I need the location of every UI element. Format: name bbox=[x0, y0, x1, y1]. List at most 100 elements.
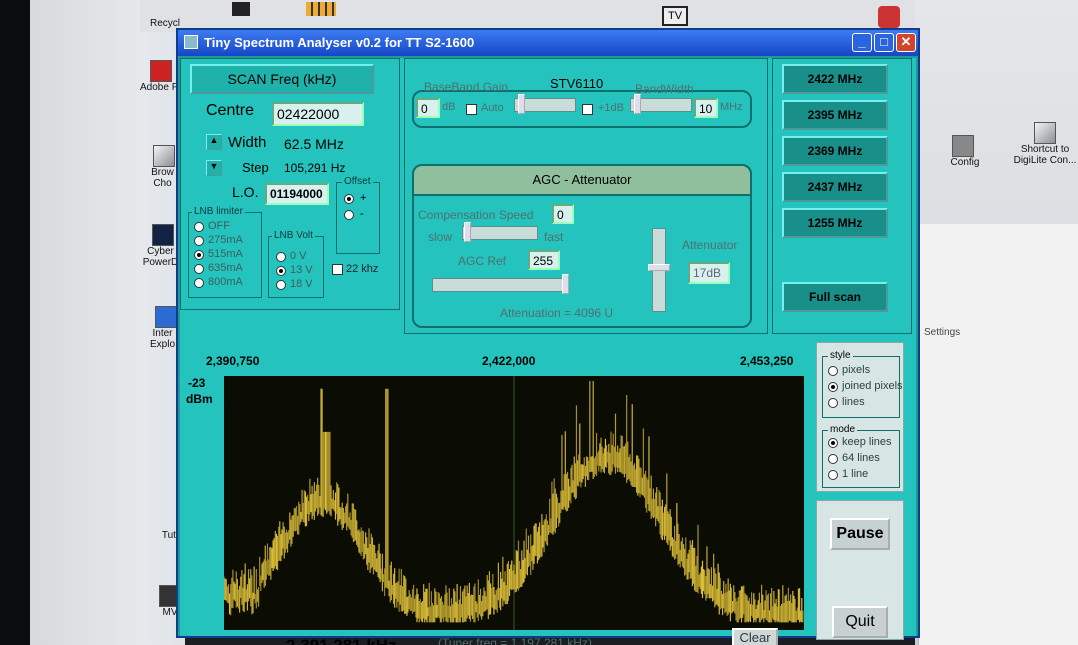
fast-label: fast bbox=[544, 230, 564, 244]
auto-checkbox[interactable] bbox=[466, 104, 477, 115]
step-value: 105,291 Hz bbox=[284, 161, 346, 175]
comp-speed-slider-thumb[interactable] bbox=[464, 222, 471, 242]
mode-radio-1[interactable] bbox=[828, 454, 838, 464]
agc-ref-slider-thumb[interactable] bbox=[562, 274, 569, 294]
cyberlink-icon bbox=[152, 224, 174, 246]
spectrum-bars bbox=[224, 381, 804, 623]
lnb-limiter-radio-0[interactable] bbox=[194, 222, 204, 232]
internet-explorer-icon bbox=[155, 306, 177, 328]
background-settings-text: Settings bbox=[924, 327, 961, 338]
bandwidth-label: BandWidth bbox=[635, 82, 694, 96]
lo-label: L.O. bbox=[232, 184, 259, 200]
offset-minus-label: - bbox=[360, 208, 364, 220]
comp-speed-input[interactable]: 0 bbox=[552, 204, 574, 224]
lnb-volt-title: LNB Volt bbox=[272, 230, 315, 241]
lnb-volt-label-0: 0 V bbox=[290, 250, 307, 262]
pause-button[interactable]: Pause bbox=[830, 518, 890, 550]
adobe-icon bbox=[150, 60, 172, 82]
window-title: Tiny Spectrum Analyser v0.2 for TT S2-16… bbox=[204, 35, 475, 50]
offset-title: Offset bbox=[342, 176, 373, 187]
plus1db-checkbox[interactable] bbox=[582, 104, 593, 115]
desktop-icon-config[interactable]: Config bbox=[940, 135, 990, 168]
preset-button-2[interactable]: 2369 MHz bbox=[782, 136, 888, 166]
offset-plus-radio[interactable] bbox=[344, 194, 354, 204]
attenuator-value: 17dB bbox=[688, 262, 730, 284]
full-scan-button[interactable]: Full scan bbox=[782, 282, 888, 312]
bandwidth-input[interactable]: 10 bbox=[694, 98, 718, 118]
lnb-volt-label-1: 13 V bbox=[290, 264, 313, 276]
quit-button[interactable]: Quit bbox=[832, 606, 888, 638]
background-window bbox=[918, 224, 1078, 645]
agc-ref-input[interactable]: 255 bbox=[528, 250, 560, 270]
lnb-limiter-title: LNB limiter bbox=[192, 206, 245, 217]
desktop-icon-label: Config bbox=[950, 157, 980, 168]
spectrum-analyser-window: Tiny Spectrum Analyser v0.2 for TT S2-16… bbox=[176, 28, 920, 645]
gain-input[interactable]: 0 bbox=[416, 98, 440, 118]
preset-button-1[interactable]: 2395 MHz bbox=[782, 100, 888, 130]
clear-button[interactable]: Clear bbox=[732, 628, 778, 645]
offset-minus-radio[interactable] bbox=[344, 210, 354, 220]
width-label: Width bbox=[228, 134, 267, 151]
mode-radio-2[interactable] bbox=[828, 470, 838, 480]
close-button[interactable]: ✕ bbox=[896, 33, 916, 52]
lo-input[interactable]: 01194000 bbox=[265, 183, 329, 205]
agc-header[interactable]: AGC - Attenuator bbox=[412, 164, 752, 196]
desktop-icon-shortcut[interactable]: Shortcut to DigiLite Con... bbox=[1012, 122, 1078, 166]
comp-speed-slider[interactable] bbox=[462, 226, 538, 240]
scan-freq-button[interactable]: SCAN Freq (kHz) bbox=[190, 64, 374, 94]
lnb-volt-label-2: 18 V bbox=[290, 278, 313, 290]
style-label-2: lines bbox=[842, 396, 865, 408]
shortcut-icon bbox=[1034, 122, 1056, 144]
width-value: 62.5 MHz bbox=[284, 136, 344, 152]
maximize-button[interactable]: □ bbox=[874, 33, 894, 52]
mode-radio-0[interactable] bbox=[828, 438, 838, 448]
style-radio-0[interactable] bbox=[828, 366, 838, 376]
agc-ref-slider[interactable] bbox=[432, 278, 568, 292]
lnb-limiter-radio-1[interactable] bbox=[194, 236, 204, 246]
centre-label: Centre bbox=[206, 102, 255, 119]
tuner-frequency: (Tuner freq = 1,197,281 kHz) bbox=[438, 636, 592, 645]
browser-icon bbox=[153, 145, 175, 167]
preset-button-3[interactable]: 2437 MHz bbox=[782, 172, 888, 202]
left-freq-label: 2,390,750 bbox=[206, 354, 260, 368]
lnb-limiter-label-1: 275mA bbox=[208, 234, 243, 246]
desktop-icon-browser[interactable]: Brow Cho bbox=[145, 145, 180, 189]
lnb-volt-radio-2[interactable] bbox=[276, 280, 286, 290]
auto-label: Auto bbox=[481, 102, 504, 114]
lnb-limiter-radio-3[interactable] bbox=[194, 264, 204, 274]
desktop-icon-top-1[interactable] bbox=[232, 2, 250, 16]
preset-button-0[interactable]: 2422 MHz bbox=[782, 64, 888, 94]
level-value: -23 bbox=[188, 376, 206, 390]
tv-icon[interactable]: TV bbox=[662, 6, 688, 26]
style-radio-2[interactable] bbox=[828, 398, 838, 408]
lnb-volt-radio-0[interactable] bbox=[276, 252, 286, 262]
style-label-1: joined pixels bbox=[842, 380, 903, 392]
gain-slider-thumb[interactable] bbox=[518, 94, 525, 114]
agc-ref-label: AGC Ref bbox=[458, 254, 507, 268]
22khz-checkbox[interactable] bbox=[332, 264, 343, 275]
title-bar[interactable]: Tiny Spectrum Analyser v0.2 for TT S2-16… bbox=[178, 30, 918, 56]
style-radio-1[interactable] bbox=[828, 382, 838, 392]
lnb-limiter-radio-4[interactable] bbox=[194, 278, 204, 288]
width-up-button[interactable]: ▲ bbox=[206, 134, 222, 150]
window-client-area: SCAN Freq (kHz) Centre 02422000 ▲ ▼ Widt… bbox=[180, 58, 916, 645]
lnb-limiter-label-4: 800mA bbox=[208, 276, 243, 288]
minimize-button[interactable]: _ bbox=[852, 33, 872, 52]
lnb-limiter-label-3: 635mA bbox=[208, 262, 243, 274]
bandwidth-slider-thumb[interactable] bbox=[634, 94, 641, 114]
width-down-button[interactable]: ▼ bbox=[206, 160, 222, 176]
attenuator-slider-thumb[interactable] bbox=[648, 264, 670, 271]
centre-input[interactable]: 02422000 bbox=[272, 102, 364, 126]
desktop-edge bbox=[0, 0, 30, 645]
mode-label-0: keep lines bbox=[842, 436, 892, 448]
preset-button-4[interactable]: 1255 MHz bbox=[782, 208, 888, 238]
spectrum-plot[interactable] bbox=[224, 376, 804, 630]
bandwidth-unit: MHz bbox=[720, 101, 743, 113]
arrow-up-icon: ▲ bbox=[209, 135, 219, 145]
mode-title: mode bbox=[828, 424, 858, 435]
desktop-icon-top-2[interactable] bbox=[306, 2, 336, 16]
lnb-volt-radio-1[interactable] bbox=[276, 266, 286, 276]
desktop-icon-adobe[interactable]: Adobe F 7. bbox=[140, 60, 189, 93]
lnb-limiter-radio-2[interactable] bbox=[194, 250, 204, 260]
desktop-icon-top-3[interactable] bbox=[878, 6, 900, 28]
